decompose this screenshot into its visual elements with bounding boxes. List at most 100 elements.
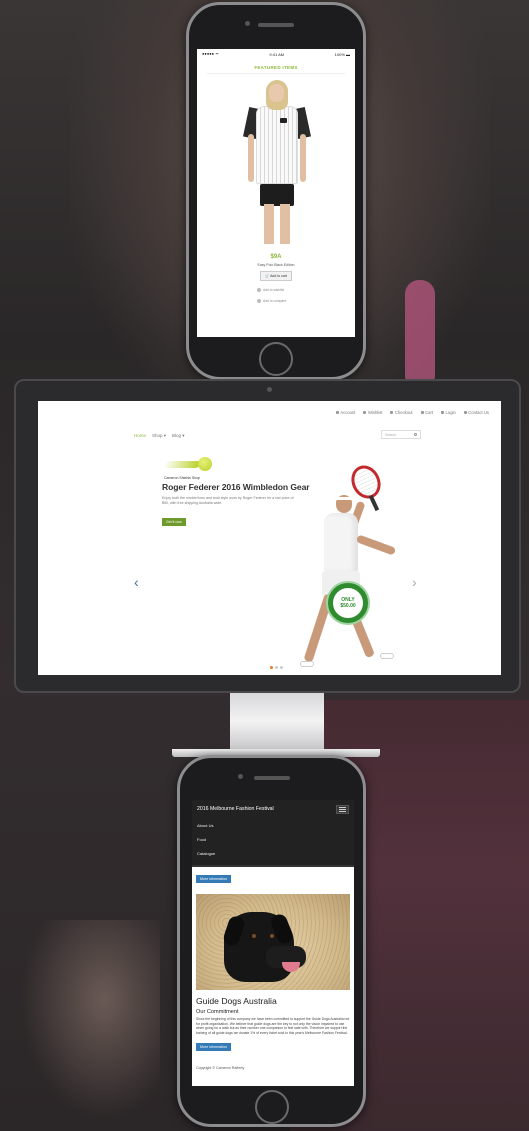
carousel-dot[interactable]: [275, 666, 278, 669]
topbar-contact[interactable]: Contact Us: [463, 410, 489, 415]
article-title: Guide Dogs Australia: [196, 996, 277, 1006]
monitor-stand: [230, 693, 324, 749]
home-button[interactable]: [254, 1090, 289, 1124]
copyright: Copyright © Cameron Rafferty: [196, 1066, 245, 1071]
main-nav: Home Shop ▾ Blog ▾: [134, 433, 185, 439]
background-pink-strap: [405, 280, 435, 390]
nav-shop[interactable]: Shop ▾: [152, 433, 166, 439]
nav-blog[interactable]: Blog ▾: [172, 433, 185, 439]
arm-left: [248, 134, 254, 182]
tennis-player-image: [296, 460, 416, 675]
article-subtitle: Our Commitment: [196, 1009, 239, 1015]
topbar-checkout[interactable]: Checkout: [390, 410, 413, 415]
hero-brand: Cameron Shields Shop: [164, 476, 200, 480]
nav-menu: About Us Food Catalogue: [192, 818, 354, 863]
crosshair-icon: [390, 411, 394, 414]
shirt: [256, 106, 298, 184]
carousel-dot[interactable]: [270, 666, 273, 669]
product-name: Easy Polo Black Edition: [257, 263, 295, 267]
earpiece-speaker: [253, 776, 290, 780]
leg-left: [264, 204, 274, 244]
navbar: 2016 Melbourne Fashion Festival: [192, 800, 354, 818]
battery-indicator: 100% ▬: [334, 51, 350, 57]
price-badge: ONLY $50.00: [328, 583, 368, 623]
more-information-button[interactable]: More information: [196, 1043, 231, 1052]
compare-label: Add to compare: [263, 299, 287, 303]
topbar-cart-label: Cart: [425, 410, 434, 415]
menu-item-catalogue[interactable]: Catalogue: [197, 846, 349, 860]
racket-handle: [368, 494, 380, 512]
wishlist-label: Add to wishlist: [263, 288, 285, 292]
pants: [260, 184, 294, 206]
plus-circle-icon: [257, 288, 261, 292]
shoe-left: [300, 661, 314, 667]
monitor-screen: Account Wishlist Checkout Cart Login Con…: [38, 401, 501, 675]
leg-right: [280, 204, 290, 244]
earpiece-speaker: [258, 23, 294, 27]
star-icon: [363, 411, 367, 414]
dog-eye-right: [270, 934, 274, 938]
topbar-wishlist[interactable]: Wishlist: [363, 410, 382, 415]
headband: [336, 497, 352, 500]
top-utility-bar: Account Wishlist Checkout Cart Login Con…: [38, 401, 501, 415]
guide-dog-photo: [196, 894, 350, 990]
add-to-cart-button[interactable]: 🛒 Add to cart: [259, 271, 293, 281]
phone-icon: [463, 411, 467, 414]
plus-circle-icon: [257, 299, 261, 303]
face: [269, 84, 284, 102]
menu-item-about[interactable]: About Us: [197, 818, 349, 832]
background-arm: [20, 920, 160, 1120]
divider: [207, 73, 345, 74]
search-icon[interactable]: [414, 433, 417, 436]
topbar-login[interactable]: Login: [441, 410, 456, 415]
site-title[interactable]: 2016 Melbourne Fashion Festival: [197, 806, 274, 812]
menu-divider: [192, 863, 354, 867]
topbar-contact-label: Contact Us: [468, 410, 489, 415]
topbar-wishlist-label: Wishlist: [367, 410, 383, 415]
phone-mockup-top: ●●●●● ᯤ 9:41 AM 100% ▬ FEATURED ITEMS $9…: [186, 2, 366, 380]
topbar-login-label: Login: [445, 410, 456, 415]
desktop-monitor: Account Wishlist Checkout Cart Login Con…: [14, 379, 521, 693]
dog-eye-left: [252, 934, 256, 938]
phone-screen: 2016 Melbourne Fashion Festival About Us…: [192, 800, 354, 1086]
add-to-compare-link[interactable]: Add to compare: [257, 299, 355, 303]
hamburger-menu-icon[interactable]: [336, 804, 349, 814]
front-camera: [238, 774, 243, 779]
nav-home[interactable]: Home: [134, 433, 146, 439]
product-price: $9A: [270, 254, 282, 260]
more-information-button-top[interactable]: More information: [196, 875, 231, 883]
cart-icon: [420, 411, 424, 414]
hero-description: Enjoy both the nimble lines and bold sty…: [162, 496, 294, 505]
tennis-ball-icon: [198, 457, 212, 471]
arm-right: [300, 134, 306, 182]
search-input[interactable]: Search: [381, 430, 421, 439]
shop-logo: [162, 455, 218, 477]
home-button[interactable]: [259, 342, 293, 376]
torso: [324, 513, 358, 573]
phone-screen: ●●●●● ᯤ 9:41 AM 100% ▬ FEATURED ITEMS $9…: [197, 49, 355, 337]
topbar-account[interactable]: Account: [335, 410, 355, 415]
topbar-checkout-label: Checkout: [394, 410, 413, 415]
front-camera: [245, 21, 250, 26]
topbar-cart[interactable]: Cart: [420, 410, 434, 415]
product-image[interactable]: [238, 80, 314, 250]
hero-title: Roger Federer 2016 Wimbledon Gear: [162, 482, 310, 492]
status-time: 9:41 AM: [269, 51, 285, 57]
add-to-wishlist-link[interactable]: Add to wishlist: [257, 288, 355, 292]
menu-item-food[interactable]: Food: [197, 832, 349, 846]
status-bar: ●●●●● ᯤ 9:41 AM 100% ▬: [197, 49, 355, 59]
featured-items-title: FEATURED ITEMS: [254, 65, 298, 70]
shoe-right: [380, 653, 394, 659]
carrier-signal: ●●●●● ᯤ: [202, 51, 219, 56]
monitor-camera: [267, 387, 272, 392]
carousel-indicators: [270, 666, 283, 669]
brand-logo-icon: [280, 118, 287, 123]
arm-extended: [355, 534, 397, 556]
logo-swoosh: [162, 461, 202, 468]
phone-mockup-bottom: 2016 Melbourne Fashion Festival About Us…: [177, 755, 366, 1127]
get-it-now-button[interactable]: Get it now: [162, 518, 186, 526]
carousel-dot[interactable]: [280, 666, 283, 669]
carousel-prev-arrow[interactable]: ‹: [134, 575, 139, 589]
search-placeholder: Search: [385, 432, 397, 437]
racket: [346, 460, 386, 504]
